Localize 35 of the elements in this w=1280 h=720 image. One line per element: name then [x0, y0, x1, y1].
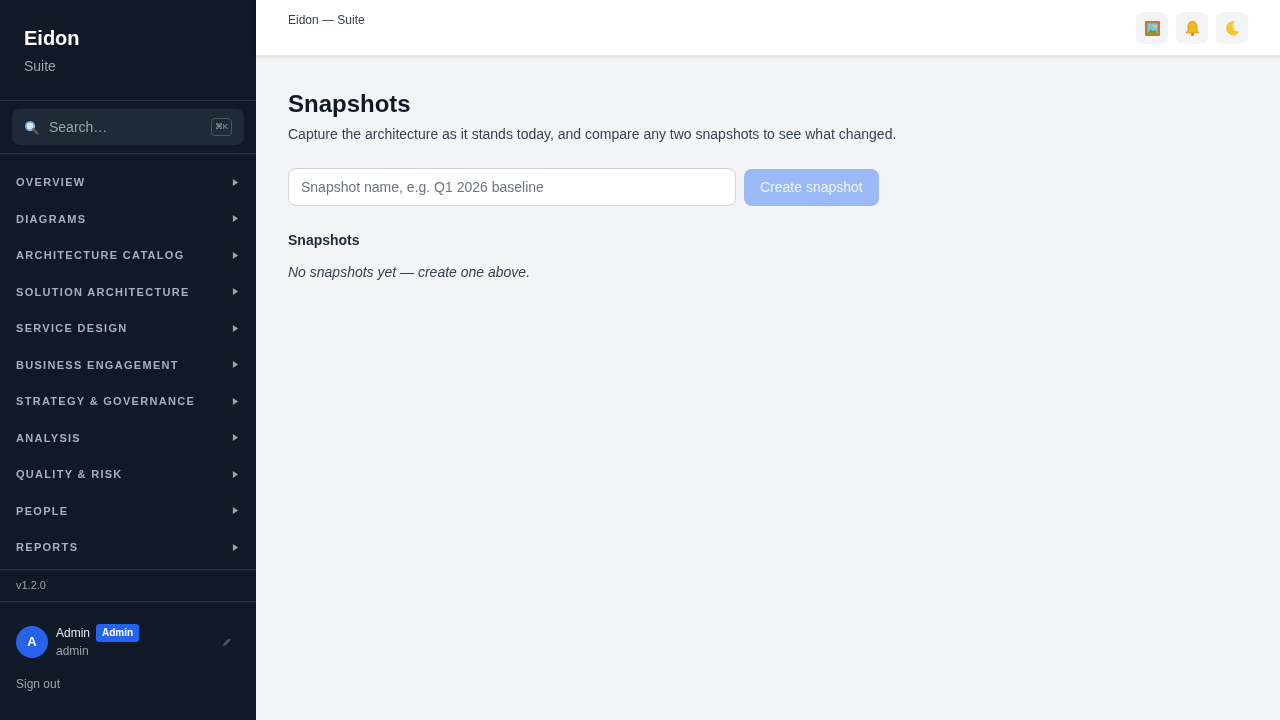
- brand-subtitle: Suite: [24, 57, 57, 76]
- search-button[interactable]: Search… ⌘K: [12, 109, 244, 145]
- snapshot-name-field[interactable]: Snapshot name, e.g. Q1 2026 baseline: [288, 168, 736, 206]
- nav-section[interactable]: PEOPLE: [0, 492, 256, 529]
- nav-section[interactable]: QUALITY & RISK: [0, 456, 256, 493]
- notifications-button[interactable]: [1176, 12, 1208, 44]
- breadcrumb: Eidon — Suite: [288, 12, 365, 28]
- empty-state-message: No snapshots yet — create one above.: [288, 263, 532, 282]
- nav-section[interactable]: STRATEGY & GOVERNANCE: [0, 383, 256, 420]
- brand-title: Eidon: [24, 26, 81, 51]
- framed-picture-icon: [1143, 19, 1161, 37]
- nav-section[interactable]: SERVICE DESIGN: [0, 310, 256, 347]
- shortcut-hint: ⌘K: [210, 118, 232, 136]
- nav-section[interactable]: DIAGRAMS: [0, 200, 256, 237]
- page-description: Capture the architecture as it stands today, and compare any two snapshots to see what changed.: [288, 125, 898, 144]
- nav-section[interactable]: ANALYSIS: [0, 419, 256, 456]
- picture-button[interactable]: [1136, 12, 1168, 44]
- crescent-moon-icon: [1223, 19, 1241, 37]
- section-heading: Snapshots: [288, 231, 361, 250]
- nav-section[interactable]: ARCHITECTURE CATALOG: [0, 237, 256, 274]
- pencil-icon[interactable]: [222, 636, 232, 647]
- username: admin: [56, 643, 90, 659]
- user-name: Admin: [56, 625, 90, 641]
- magnifier-icon: [24, 119, 39, 135]
- role-badge: Admin: [96, 624, 140, 642]
- nav-section[interactable]: BUSINESS ENGAGEMENT: [0, 346, 256, 383]
- theme-button[interactable]: [1216, 12, 1248, 44]
- nav-section[interactable]: SOLUTION ARCHITECTURE: [0, 273, 256, 310]
- version-label: v1.2.0: [0, 569, 256, 602]
- avatar: A: [16, 625, 48, 658]
- sign-out-link[interactable]: Sign out: [16, 676, 61, 692]
- bell-icon: [1183, 19, 1201, 37]
- nav-section[interactable]: REPORTS: [0, 529, 256, 566]
- page-title: Snapshots: [288, 89, 412, 119]
- nav-section[interactable]: OVERVIEW: [0, 164, 256, 201]
